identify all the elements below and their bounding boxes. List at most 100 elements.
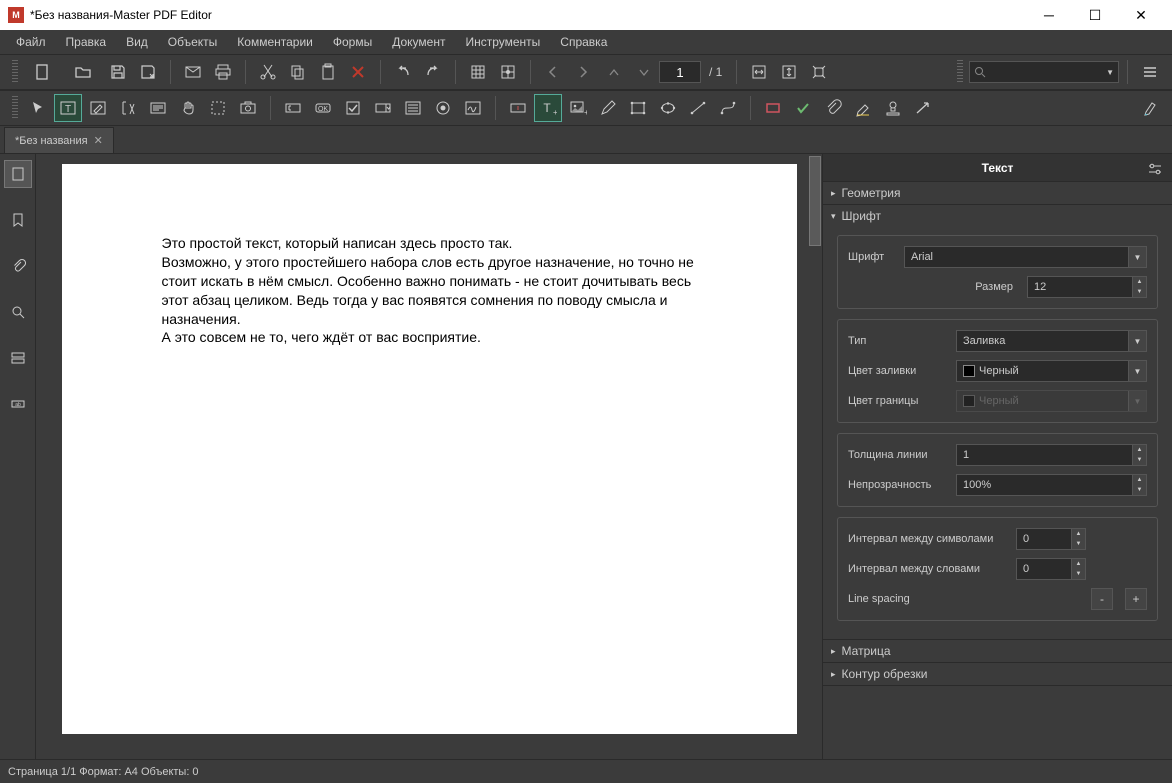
- decrease-line-spacing-button[interactable]: -: [1091, 588, 1113, 610]
- line-tool[interactable]: [684, 94, 712, 122]
- font-size-input[interactable]: 12 ▲▼: [1027, 276, 1147, 298]
- increase-line-spacing-button[interactable]: +: [1125, 588, 1147, 610]
- spin-down-icon[interactable]: ▼: [1132, 287, 1146, 297]
- page-number-input[interactable]: [659, 61, 701, 83]
- vertical-text-tool[interactable]: [114, 94, 142, 122]
- opacity-label: Непрозрачность: [848, 479, 948, 491]
- button-field-tool[interactable]: OK: [309, 94, 337, 122]
- text-field-tool[interactable]: [279, 94, 307, 122]
- fields-button[interactable]: ab: [4, 390, 32, 418]
- rectangle-tool[interactable]: [624, 94, 652, 122]
- section-clip-label: Контур обрезки: [842, 667, 928, 681]
- email-button[interactable]: [179, 58, 207, 86]
- vertical-scrollbar[interactable]: [808, 154, 822, 759]
- spin-up-icon[interactable]: ▲: [1132, 277, 1146, 287]
- opacity-input[interactable]: 100% ▲▼: [956, 474, 1147, 496]
- minimize-button[interactable]: ─: [1026, 0, 1072, 30]
- delete-button[interactable]: [344, 58, 372, 86]
- layers-button[interactable]: [4, 344, 32, 372]
- maximize-button[interactable]: ☐: [1072, 0, 1118, 30]
- snapshot-tool[interactable]: [234, 94, 262, 122]
- undo-button[interactable]: [389, 58, 417, 86]
- attachment-tool[interactable]: [819, 94, 847, 122]
- fill-type-select[interactable]: Заливка ▼: [956, 330, 1147, 352]
- open-button[interactable]: [64, 58, 102, 86]
- edit-form-tool[interactable]: [84, 94, 112, 122]
- select-tool[interactable]: [24, 94, 52, 122]
- insert-image-tool[interactable]: +: [564, 94, 592, 122]
- thumbnails-button[interactable]: [4, 160, 32, 188]
- link-tool[interactable]: [504, 94, 532, 122]
- marker-tool[interactable]: [1136, 94, 1164, 122]
- highlight-red-tool[interactable]: [759, 94, 787, 122]
- actual-size-button[interactable]: [805, 58, 833, 86]
- highlight-green-tool[interactable]: [789, 94, 817, 122]
- search-box[interactable]: ▼: [969, 61, 1119, 83]
- selection-tool[interactable]: [204, 94, 232, 122]
- fit-width-button[interactable]: [745, 58, 773, 86]
- status-text: Страница 1/1 Формат: A4 Объекты: 0: [8, 766, 199, 778]
- combo-field-tool[interactable]: [369, 94, 397, 122]
- menu-document[interactable]: Документ: [384, 32, 453, 52]
- hand-tool[interactable]: [174, 94, 202, 122]
- fit-page-button[interactable]: [775, 58, 803, 86]
- page-canvas[interactable]: Это простой текст, который написан здесь…: [62, 164, 797, 734]
- settings-icon[interactable]: [1146, 160, 1164, 178]
- paste-button[interactable]: [314, 58, 342, 86]
- first-page-button[interactable]: [599, 58, 627, 86]
- save-as-button[interactable]: [134, 58, 162, 86]
- arrow-tool[interactable]: [909, 94, 937, 122]
- section-geometry-header[interactable]: ▸ Геометрия: [823, 182, 1172, 204]
- redo-button[interactable]: [419, 58, 447, 86]
- menu-help[interactable]: Справка: [552, 32, 615, 52]
- menu-lines-button[interactable]: [1136, 58, 1164, 86]
- menu-view[interactable]: Вид: [118, 32, 156, 52]
- highlighter-tool[interactable]: [849, 94, 877, 122]
- next-page-button[interactable]: [569, 58, 597, 86]
- radio-field-tool[interactable]: [429, 94, 457, 122]
- menu-objects[interactable]: Объекты: [160, 32, 226, 52]
- menu-forms[interactable]: Формы: [325, 32, 380, 52]
- cut-button[interactable]: [254, 58, 282, 86]
- attachments-button[interactable]: [4, 252, 32, 280]
- close-tab-icon[interactable]: ✕: [94, 134, 103, 147]
- word-spacing-input[interactable]: 0 ▲▼: [1016, 558, 1086, 580]
- line-width-input[interactable]: 1 ▲▼: [956, 444, 1147, 466]
- close-button[interactable]: ✕: [1118, 0, 1164, 30]
- copy-button[interactable]: [284, 58, 312, 86]
- form-field-tool[interactable]: [144, 94, 172, 122]
- font-family-select[interactable]: Arial ▼: [904, 246, 1147, 268]
- list-field-tool[interactable]: [399, 94, 427, 122]
- checkbox-field-tool[interactable]: [339, 94, 367, 122]
- curve-tool[interactable]: [714, 94, 742, 122]
- print-button[interactable]: [209, 58, 237, 86]
- toolbar-main: / 1 ▼: [0, 54, 1172, 90]
- save-button[interactable]: [104, 58, 132, 86]
- search-panel-button[interactable]: [4, 298, 32, 326]
- snap-button[interactable]: [494, 58, 522, 86]
- insert-text-tool[interactable]: T+: [534, 94, 562, 122]
- document-tab[interactable]: *Без названия ✕: [4, 127, 114, 153]
- fill-color-select[interactable]: Черный ▼: [956, 360, 1147, 382]
- menu-comments[interactable]: Комментарии: [229, 32, 321, 52]
- section-matrix-header[interactable]: ▸ Матрица: [823, 640, 1172, 662]
- signature-field-tool[interactable]: [459, 94, 487, 122]
- new-button[interactable]: [24, 58, 62, 86]
- section-clip-header[interactable]: ▸ Контур обрезки: [823, 663, 1172, 685]
- section-font-header[interactable]: ▾ Шрифт: [823, 205, 1172, 227]
- last-page-button[interactable]: [629, 58, 657, 86]
- chevron-right-icon: ▸: [831, 646, 836, 657]
- ellipse-tool[interactable]: [654, 94, 682, 122]
- grid-button[interactable]: [464, 58, 492, 86]
- bookmarks-button[interactable]: [4, 206, 32, 234]
- prev-page-button[interactable]: [539, 58, 567, 86]
- fill-color-label: Цвет заливки: [848, 365, 948, 377]
- menu-edit[interactable]: Правка: [58, 32, 115, 52]
- scrollbar-thumb[interactable]: [809, 156, 821, 246]
- edit-text-tool[interactable]: T: [54, 94, 82, 122]
- menu-tools[interactable]: Инструменты: [457, 32, 548, 52]
- pencil-tool[interactable]: [594, 94, 622, 122]
- menu-file[interactable]: Файл: [8, 32, 54, 52]
- stamp-tool[interactable]: [879, 94, 907, 122]
- char-spacing-input[interactable]: 0 ▲▼: [1016, 528, 1086, 550]
